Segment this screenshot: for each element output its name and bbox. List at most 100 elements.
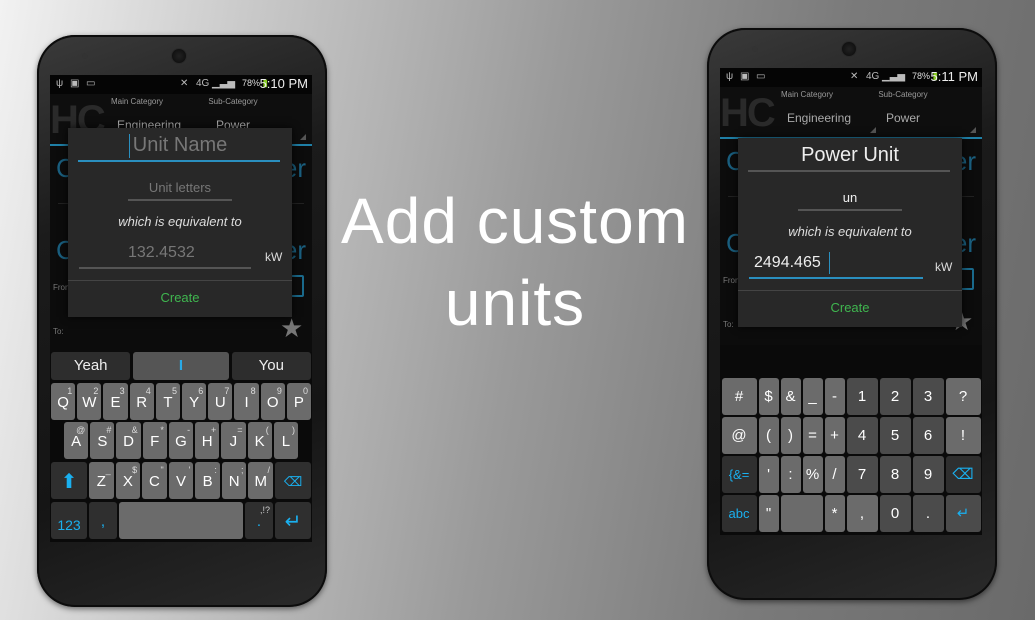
key-v[interactable]: ' V — [168, 462, 194, 499]
key-l[interactable]: ) L — [273, 422, 298, 459]
key-label: B — [202, 473, 213, 490]
key[interactable]: ? — [945, 378, 981, 415]
lte-icon: 4G — [196, 78, 210, 89]
key-hint: ; — [240, 465, 244, 475]
unit-name-input-underline — [78, 160, 280, 162]
numbers-key[interactable]: 123 — [51, 502, 87, 539]
unit-label: kW — [935, 260, 953, 274]
key-label: L — [281, 433, 291, 450]
favorite-star-icon[interactable]: ★ — [280, 313, 303, 344]
comma-key[interactable]: , — [89, 502, 117, 539]
signal-icon: ▁▃▅ — [882, 71, 906, 82]
shift-key[interactable]: ⬆ — [51, 462, 87, 499]
key-hint: 8 — [250, 386, 256, 396]
to-label: To: — [53, 327, 64, 336]
add-unit-dialog: Power Unit un 2494.465 which is equivalent… — [738, 138, 962, 327]
unit-name-input[interactable]: Unit Name — [133, 134, 227, 157]
unit-letters-input-underline — [798, 209, 902, 211]
amount-input[interactable]: 2494.465 — [754, 254, 821, 272]
period-key[interactable]: ,!?. — [245, 502, 273, 539]
key[interactable]: = — [802, 417, 823, 454]
key-hint: / — [267, 465, 271, 475]
key-hint: 6 — [198, 386, 204, 396]
spinner-arrow-icon — [300, 134, 306, 140]
key-q[interactable]: 1Q — [51, 383, 76, 420]
key[interactable]: ! — [945, 417, 981, 454]
suggestion-bar: Yeah I You — [51, 352, 311, 380]
key[interactable]: " — [758, 495, 779, 532]
letters-key[interactable]: abc — [721, 495, 757, 532]
key[interactable]: % — [802, 456, 823, 493]
suggestion-2[interactable]: You — [231, 352, 311, 380]
key-s[interactable]: # S — [90, 422, 115, 459]
key[interactable]: ' — [758, 456, 779, 493]
key[interactable]: ( — [758, 417, 779, 454]
sub-category-label: Sub-Category — [208, 97, 258, 106]
usb-icon: ψ — [56, 78, 64, 89]
space-key[interactable] — [780, 495, 823, 532]
key[interactable]: 2 — [879, 378, 911, 415]
keyboard-row: 123 , ,!?. ↵ — [51, 502, 311, 539]
key[interactable]: _ — [802, 378, 823, 415]
key-c[interactable]: " C — [142, 462, 167, 499]
key[interactable]: 4 — [846, 417, 878, 454]
key[interactable]: 3 — [912, 378, 944, 415]
equivalent-text: which is equivalent to — [788, 224, 912, 239]
key-z[interactable]: _ Z — [89, 462, 114, 499]
key[interactable]: @ — [721, 417, 757, 454]
key[interactable]: - — [824, 378, 845, 415]
key-x[interactable]: $ X — [115, 462, 141, 499]
key-hint: 7 — [224, 386, 230, 396]
key[interactable]: 1 — [846, 378, 878, 415]
mute-icon: ✕ — [180, 78, 189, 89]
key-o[interactable]: 9O — [260, 383, 285, 420]
to-label: To: — [723, 320, 734, 329]
key[interactable]: * — [824, 495, 845, 532]
key[interactable]: 8 — [879, 456, 911, 493]
key[interactable]: , — [846, 495, 878, 532]
space-key[interactable] — [119, 502, 243, 539]
main-category-spinner[interactable]: Engineering — [787, 111, 851, 125]
create-button[interactable]: Create — [68, 290, 292, 305]
camera — [82, 53, 88, 59]
key[interactable]: 0 — [879, 495, 911, 532]
key[interactable]: & — [780, 378, 801, 415]
create-button[interactable]: Create — [738, 300, 962, 315]
sub-category-spinner[interactable]: Power — [886, 111, 920, 125]
key-a[interactable]: @ A — [64, 422, 89, 459]
phone-right: ψ ▣ ▭ ✕ 4G ▁▃▅ 78% ▮ 5:11 PM HC Main Cat… — [707, 28, 997, 600]
key-b[interactable]: :B — [195, 462, 220, 499]
enter-key[interactable]: ↵ — [945, 495, 981, 532]
backspace-key[interactable]: ⌫ — [945, 456, 981, 493]
enter-key[interactable]: ↵ — [275, 502, 311, 539]
key-y[interactable]: 6Y — [182, 383, 207, 420]
unit-name-input[interactable]: Power Unit — [801, 144, 899, 167]
suggestion-0[interactable]: Yeah — [51, 352, 131, 380]
key-hint: : — [214, 465, 217, 475]
key[interactable]: ) — [780, 417, 801, 454]
key[interactable]: $ — [758, 378, 779, 415]
key-label: C — [149, 473, 160, 490]
screen: ψ ▣ ▭ ✕ 4G ▁▃▅ 78% ▮ 5:10 PM HC Main Cat… — [50, 75, 312, 542]
key-hint: 1 — [67, 386, 73, 396]
key-n[interactable]: ; N — [221, 462, 247, 499]
keyboard-icon: ▭ — [86, 78, 96, 89]
key[interactable]: 6 — [912, 417, 944, 454]
key[interactable]: : — [780, 456, 801, 493]
more-symbols-key[interactable]: {&= — [721, 456, 757, 493]
key-hint: 3 — [119, 386, 125, 396]
key[interactable]: + — [824, 417, 845, 454]
backspace-key[interactable]: ⌫ — [275, 462, 312, 499]
unit-letters-input[interactable]: Unit letters — [149, 180, 211, 195]
key[interactable]: / — [824, 456, 845, 493]
key[interactable]: 5 — [879, 417, 911, 454]
battery-percent: 78% — [911, 71, 930, 81]
unit-letters-input[interactable]: un — [843, 190, 857, 205]
key[interactable]: . — [912, 495, 944, 532]
key-p[interactable]: 0P — [286, 383, 312, 420]
key[interactable]: # — [721, 378, 757, 415]
key[interactable]: 7 — [846, 456, 878, 493]
key[interactable]: 9 — [912, 456, 944, 493]
sub-category-label: Sub-Category — [878, 90, 928, 99]
amount-input[interactable]: 132.4532 — [128, 244, 195, 262]
